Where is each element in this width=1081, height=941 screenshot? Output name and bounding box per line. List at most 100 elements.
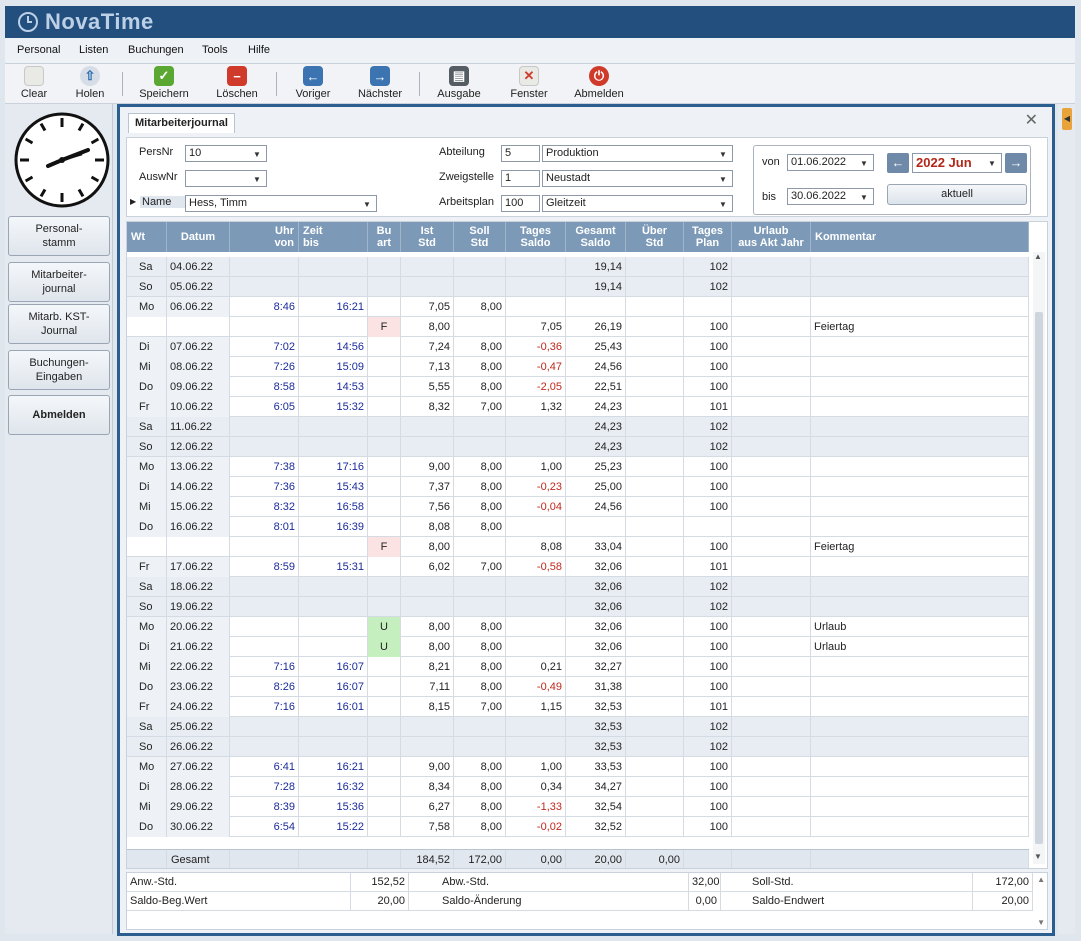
column-header-ist[interactable]: Ist Std xyxy=(401,222,454,252)
column-header-wt[interactable]: Wt xyxy=(127,222,167,252)
table-row[interactable]: Mi 08.06.22 7:26 15:09 7,13 8,00 -0,47 24,56 100 xyxy=(127,357,1029,377)
ausgabe-button[interactable]: ▤ Ausgabe xyxy=(436,66,482,102)
arbeitsplan-select[interactable]: Gleitzeit xyxy=(542,195,733,212)
table-row[interactable]: So 19.06.22 32,06 102 xyxy=(127,597,1029,617)
fenster-button[interactable]: ✕ Fenster xyxy=(508,66,550,102)
zweigstelle-nr-input[interactable]: 1 xyxy=(501,170,540,187)
auswnr-select[interactable] xyxy=(185,170,267,187)
table-scrollbar[interactable]: ▲ ▼ xyxy=(1033,252,1045,864)
cell-ist: 7,05 xyxy=(401,297,454,317)
abmelden-toolbar-button[interactable]: ⏻ Abmelden xyxy=(573,66,625,102)
voriger-button[interactable]: ← Voriger xyxy=(293,66,333,102)
cell-plan: 100 xyxy=(684,777,732,797)
column-header-buart[interactable]: Bu art xyxy=(368,222,401,252)
cell-datum: 17.06.22 xyxy=(167,557,230,577)
column-header-urlaub[interactable]: Urlaub aus Akt Jahr xyxy=(732,222,811,252)
column-header-gsaldo[interactable]: Gesamt Saldo xyxy=(566,222,626,252)
table-row[interactable]: Fr 24.06.22 7:16 16:01 8,15 7,00 1,15 32,53 101 xyxy=(127,697,1029,717)
naechster-button[interactable]: → Nächster xyxy=(357,66,403,102)
prev-month-button[interactable]: ← xyxy=(887,153,909,173)
nav-buchungen-eingaben[interactable]: Buchungen- Eingaben xyxy=(8,350,110,390)
summary-scroll-up-icon[interactable]: ▲ xyxy=(1037,875,1045,884)
menu-hilfe[interactable]: Hilfe xyxy=(248,44,270,56)
table-row[interactable]: Di 14.06.22 7:36 15:43 7,37 8,00 -0,23 25,00 100 xyxy=(127,477,1029,497)
abteilung-nr-input[interactable]: 5 xyxy=(501,145,540,162)
cell-buart xyxy=(368,297,401,317)
nav-mitarb-kst-journal[interactable]: Mitarb. KST- Journal xyxy=(8,304,110,344)
clear-button[interactable]: Clear xyxy=(19,66,49,102)
collapse-arrow-icon[interactable]: ◀ xyxy=(1062,108,1072,130)
table-row[interactable]: F 8,00 8,08 33,04 100 Feiertag xyxy=(127,537,1029,557)
table-row[interactable]: Sa 25.06.22 32,53 102 xyxy=(127,717,1029,737)
scroll-down-icon[interactable]: ▼ xyxy=(1034,852,1042,861)
column-header-plan[interactable]: Tages Plan xyxy=(684,222,732,252)
cell-gsaldo: 33,53 xyxy=(566,757,626,777)
scroll-up-icon[interactable]: ▲ xyxy=(1034,252,1042,261)
period-select[interactable]: 2022 Jun xyxy=(912,153,1002,173)
column-header-soll[interactable]: Soll Std xyxy=(454,222,506,252)
nav-personalstamm[interactable]: Personal- stamm xyxy=(8,216,110,256)
cell-von xyxy=(230,437,299,457)
cell-buart xyxy=(368,397,401,417)
column-header-tsaldo[interactable]: Tages Saldo xyxy=(506,222,566,252)
menu-buchungen[interactable]: Buchungen xyxy=(128,44,184,56)
table-row[interactable]: Mi 22.06.22 7:16 16:07 8,21 8,00 0,21 32,27 100 xyxy=(127,657,1029,677)
menu-listen[interactable]: Listen xyxy=(79,44,108,56)
table-row[interactable]: Di 21.06.22 U 8,00 8,00 32,06 100 Urlaub xyxy=(127,637,1029,657)
arbeitsplan-nr-input[interactable]: 100 xyxy=(501,195,540,212)
table-row[interactable]: Mi 15.06.22 8:32 16:58 7,56 8,00 -0,04 24,56 100 xyxy=(127,497,1029,517)
table-row[interactable]: Mo 20.06.22 U 8,00 8,00 32,06 100 Urlaub xyxy=(127,617,1029,637)
column-header-datum[interactable]: Datum xyxy=(167,222,230,252)
menu-tools[interactable]: Tools xyxy=(202,44,228,56)
cell-von: 7:38 xyxy=(230,457,299,477)
von-date-select[interactable]: 01.06.2022 xyxy=(787,154,874,171)
cell-soll: 8,00 xyxy=(454,357,506,377)
cell-kommentar xyxy=(811,657,1029,677)
table-row[interactable]: Sa 04.06.22 19,14 102 xyxy=(127,257,1029,277)
aktuell-button[interactable]: aktuell xyxy=(887,184,1027,205)
column-header-bis[interactable]: Zeit bis xyxy=(299,222,368,252)
table-row[interactable]: Sa 11.06.22 24,23 102 xyxy=(127,417,1029,437)
delete-icon: − xyxy=(227,66,247,86)
table-row[interactable]: Di 07.06.22 7:02 14:56 7,24 8,00 -0,36 25,43 100 xyxy=(127,337,1029,357)
zweigstelle-select[interactable]: Neustadt xyxy=(542,170,733,187)
persnr-select[interactable]: 10 xyxy=(185,145,267,162)
scrollbar-thumb[interactable] xyxy=(1035,312,1043,844)
table-row[interactable]: Do 09.06.22 8:58 14:53 5,55 8,00 -2,05 22,51 100 xyxy=(127,377,1029,397)
cell-bis: 16:58 xyxy=(299,497,368,517)
table-row[interactable]: So 26.06.22 32,53 102 xyxy=(127,737,1029,757)
table-row[interactable]: Mo 27.06.22 6:41 16:21 9,00 8,00 1,00 33,53 100 xyxy=(127,757,1029,777)
table-row[interactable]: Do 16.06.22 8:01 16:39 8,08 8,00 xyxy=(127,517,1029,537)
holen-button[interactable]: ⇧ Holen xyxy=(73,66,107,102)
table-row[interactable]: So 05.06.22 19,14 102 xyxy=(127,277,1029,297)
speichern-button[interactable]: ✓ Speichern xyxy=(138,66,190,102)
name-select[interactable]: Hess, Timm xyxy=(185,195,377,212)
menu-personal[interactable]: Personal xyxy=(17,44,60,56)
loeschen-button[interactable]: − Löschen xyxy=(215,66,259,102)
tab-mitarbeiterjournal[interactable]: Mitarbeiterjournal xyxy=(128,113,235,133)
column-header-ueber[interactable]: Über Std xyxy=(626,222,684,252)
table-row[interactable]: F 8,00 7,05 26,19 100 Feiertag xyxy=(127,317,1029,337)
cell-wt: Do xyxy=(127,817,167,837)
table-row[interactable]: Fr 17.06.22 8:59 15:31 6,02 7,00 -0,58 32,06 101 xyxy=(127,557,1029,577)
table-row[interactable]: Sa 18.06.22 32,06 102 xyxy=(127,577,1029,597)
close-icon[interactable]: ✕ xyxy=(1025,110,1038,130)
table-row[interactable]: Mo 06.06.22 8:46 16:21 7,05 8,00 xyxy=(127,297,1029,317)
table-row[interactable]: Mo 13.06.22 7:38 17:16 9,00 8,00 1,00 25,23 100 xyxy=(127,457,1029,477)
summary-scroll-down-icon[interactable]: ▼ xyxy=(1037,918,1045,927)
next-month-button[interactable]: → xyxy=(1005,153,1027,173)
column-header-kommentar[interactable]: Kommentar xyxy=(811,222,1029,252)
nav-abmelden[interactable]: Abmelden xyxy=(8,395,110,435)
cell-gsaldo: 31,38 xyxy=(566,677,626,697)
table-row[interactable]: Fr 10.06.22 6:05 15:32 8,32 7,00 1,32 24,23 101 xyxy=(127,397,1029,417)
table-row[interactable]: Di 28.06.22 7:28 16:32 8,34 8,00 0,34 34,27 100 xyxy=(127,777,1029,797)
table-row[interactable]: Do 23.06.22 8:26 16:07 7,11 8,00 -0,49 31,38 100 xyxy=(127,677,1029,697)
table-row[interactable]: Mi 29.06.22 8:39 15:36 6,27 8,00 -1,33 32,54 100 xyxy=(127,797,1029,817)
nav-mitarbeiterjournal[interactable]: Mitarbeiter- journal xyxy=(8,262,110,302)
table-row[interactable]: So 12.06.22 24,23 102 xyxy=(127,437,1029,457)
bis-date-select[interactable]: 30.06.2022 xyxy=(787,188,874,205)
cell-soll xyxy=(454,737,506,757)
abteilung-select[interactable]: Produktion xyxy=(542,145,733,162)
column-header-von[interactable]: Uhr von xyxy=(230,222,299,252)
table-row[interactable]: Do 30.06.22 6:54 15:22 7,58 8,00 -0,02 32,52 100 xyxy=(127,817,1029,837)
